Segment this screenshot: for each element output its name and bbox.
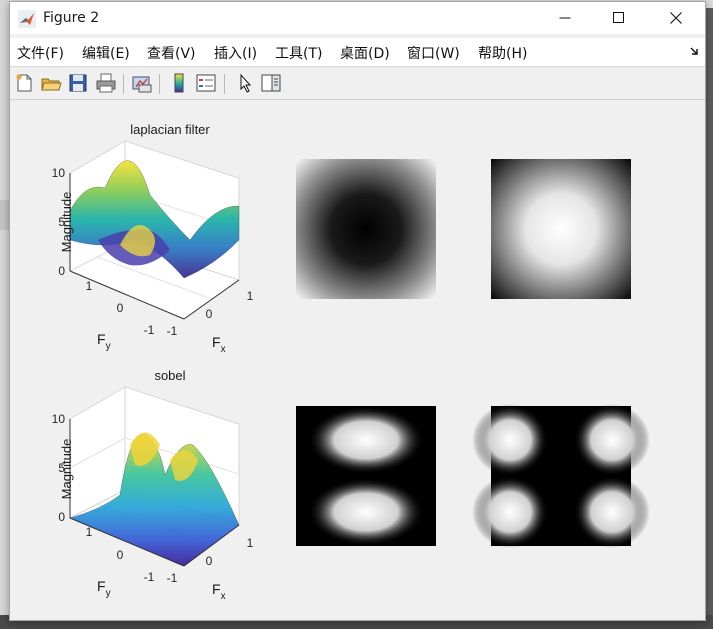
window-title: Figure 2 xyxy=(43,10,100,26)
dock-arrow-icon[interactable] xyxy=(690,46,700,56)
sobel-ytick: -1 xyxy=(144,570,155,584)
new-figure-icon[interactable] xyxy=(13,72,35,94)
minimize-button[interactable] xyxy=(536,2,594,34)
sobel-ztick: 0 xyxy=(58,510,65,524)
laplacian-ztick: 5 xyxy=(58,215,65,229)
sobel-xtick: -1 xyxy=(167,571,178,585)
legend-icon[interactable] xyxy=(195,72,217,94)
laplacian-ztick: 10 xyxy=(52,166,66,180)
sobel-ylabel: Fy xyxy=(97,578,111,599)
property-inspector-icon[interactable] xyxy=(260,72,282,94)
toolbar-separator xyxy=(123,74,124,94)
sobel-ztick: 5 xyxy=(58,461,65,475)
sobel-ytick: 1 xyxy=(86,525,93,539)
colorbar-icon[interactable] xyxy=(168,72,190,94)
laplacian-ytick: 1 xyxy=(86,279,93,293)
toolbar-separator xyxy=(159,74,160,94)
figure-window: Figure 2 文件(F) 编辑(E) 查看(V) 插入(I) 工具(T) 桌… xyxy=(9,1,706,621)
sobel-xtick: 0 xyxy=(206,554,213,568)
menu-view[interactable]: 查看(V) xyxy=(147,43,196,63)
maximize-button[interactable] xyxy=(590,2,648,34)
plots-svg: laplacian filter Magnitude 10 5 0 1 0 -1… xyxy=(52,122,650,602)
title-bar[interactable]: Figure 2 xyxy=(10,2,705,34)
toolbar xyxy=(10,67,705,100)
laplacian-xtick: 1 xyxy=(247,289,254,303)
matlab-logo-icon xyxy=(18,10,36,28)
laplacian-xtick: 0 xyxy=(206,307,213,321)
sobel-title: sobel xyxy=(154,368,185,383)
toolbar-separator xyxy=(224,74,225,94)
laplacian-surface-plot[interactable] xyxy=(68,140,241,320)
laplacian-title: laplacian filter xyxy=(130,122,210,137)
image-laplacian-dark-center[interactable] xyxy=(296,159,436,299)
menu-desktop[interactable]: 桌面(D) xyxy=(340,43,390,63)
close-icon xyxy=(670,12,682,24)
image-laplacian-bright-center[interactable] xyxy=(491,159,631,299)
link-plot-icon[interactable] xyxy=(131,72,153,94)
edit-plot-arrow-icon[interactable] xyxy=(234,72,256,94)
close-button[interactable] xyxy=(647,2,705,34)
sobel-ytick: 0 xyxy=(117,548,124,562)
save-icon[interactable] xyxy=(67,72,89,94)
sobel-surface-plot[interactable] xyxy=(68,386,241,567)
print-icon[interactable] xyxy=(95,72,117,94)
menu-insert[interactable]: 插入(I) xyxy=(214,43,257,63)
laplacian-xtick: -1 xyxy=(167,324,178,338)
menu-help[interactable]: 帮助(H) xyxy=(478,43,527,63)
minimize-icon xyxy=(559,17,571,19)
laplacian-ytick: 0 xyxy=(117,301,124,315)
laplacian-xlabel: Fx xyxy=(212,334,226,355)
sobel-ztick: 10 xyxy=(52,412,66,426)
laplacian-ztick: 0 xyxy=(58,264,65,278)
sobel-xlabel: Fx xyxy=(212,581,226,602)
laplacian-ytick: -1 xyxy=(144,323,155,337)
menu-edit[interactable]: 编辑(E) xyxy=(82,43,130,63)
menu-window[interactable]: 窗口(W) xyxy=(407,43,460,63)
image-sobel-horizontal[interactable] xyxy=(296,406,436,546)
menu-tools[interactable]: 工具(T) xyxy=(275,43,322,63)
open-folder-icon[interactable] xyxy=(40,72,62,94)
sobel-xtick: 1 xyxy=(247,536,254,550)
figure-canvas: laplacian filter Magnitude 10 5 0 1 0 -1… xyxy=(10,100,705,620)
laplacian-ylabel: Fy xyxy=(97,331,111,352)
menu-file[interactable]: 文件(F) xyxy=(17,43,64,63)
menu-bar: 文件(F) 编辑(E) 查看(V) 插入(I) 工具(T) 桌面(D) 窗口(W… xyxy=(10,38,705,67)
maximize-icon xyxy=(613,12,624,23)
image-sobel-vertical[interactable] xyxy=(472,404,650,548)
